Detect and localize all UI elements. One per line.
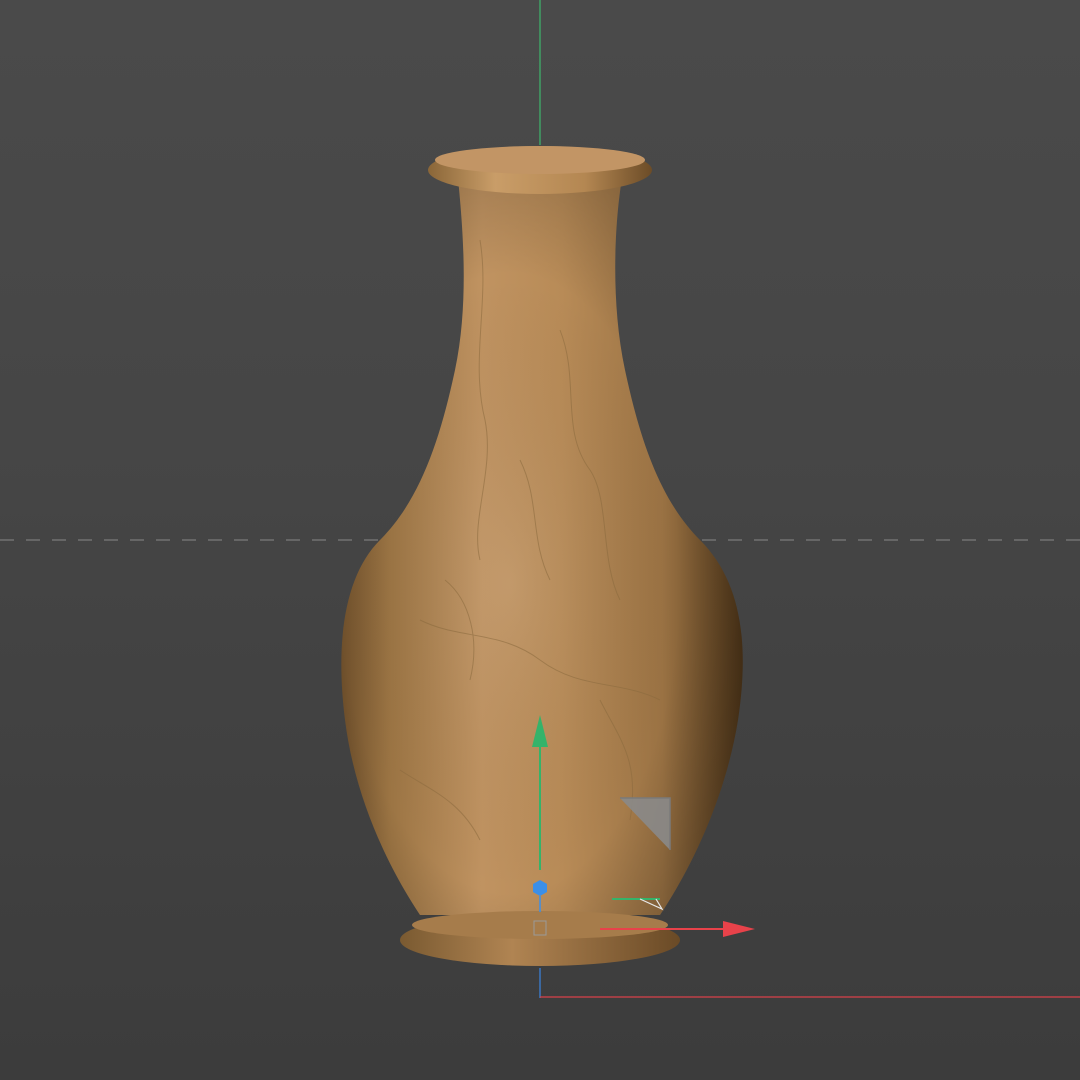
vase-body-shade [341,178,743,915]
viewport-scene[interactable] [0,0,1080,1080]
3d-viewport[interactable] [0,0,1080,1080]
x-arrow-icon[interactable] [723,921,755,937]
vase-lip-top [435,146,645,174]
vase-object[interactable] [341,146,743,966]
